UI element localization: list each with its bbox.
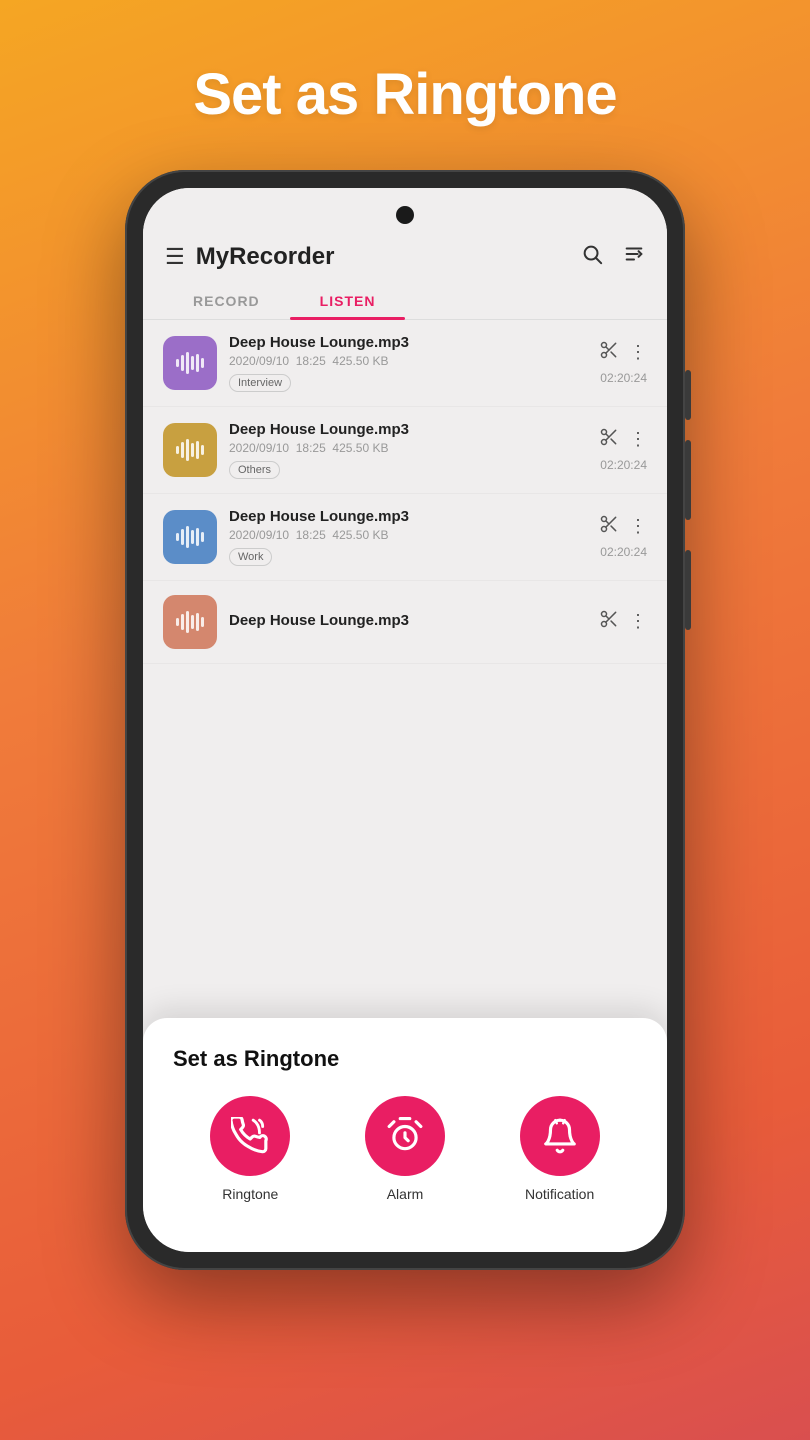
scissors-icon-1[interactable] (599, 340, 619, 365)
waveform-4 (176, 609, 204, 635)
recording-info-4: Deep House Lounge.mp3 (229, 612, 587, 632)
tabs: RECORD LISTEN (143, 283, 667, 320)
recording-thumb-2 (163, 423, 217, 477)
notification-label: Notification (525, 1186, 594, 1202)
notification-circle (520, 1096, 600, 1176)
recording-item-2[interactable]: Deep House Lounge.mp3 2020/09/10 18:25 4… (143, 407, 667, 494)
notification-option[interactable]: Notification (520, 1096, 600, 1202)
tab-listen[interactable]: LISTEN (290, 283, 406, 319)
recording-actions-1: ⋮ 02:20:24 (599, 340, 647, 385)
recording-thumb-1 (163, 336, 217, 390)
recording-meta-2: 2020/09/10 18:25 425.50 KB (229, 441, 587, 455)
waveform-1 (176, 350, 204, 376)
bell-icon (541, 1117, 579, 1155)
recording-tag-2: Others (229, 461, 280, 479)
action-row-2: ⋮ (599, 427, 647, 452)
recording-meta-1: 2020/09/10 18:25 425.50 KB (229, 354, 587, 368)
duration-3: 02:20:24 (600, 545, 647, 559)
page-title: Set as Ringtone (193, 60, 616, 130)
vol-button-2 (685, 440, 691, 520)
recording-actions-4: ⋮ (599, 609, 647, 634)
bottom-sheet: Set as Ringtone Ringtone (143, 1018, 667, 1252)
vol-button-1 (685, 370, 691, 420)
action-row-1: ⋮ (599, 340, 647, 365)
app-content: ☰ MyRecorder (143, 188, 667, 1252)
alarm-option[interactable]: Alarm (365, 1096, 445, 1202)
recording-item[interactable]: Deep House Lounge.mp3 2020/09/10 18:25 4… (143, 320, 667, 407)
action-row-4: ⋮ (599, 609, 647, 634)
camera-notch (396, 206, 414, 224)
alarm-icon (386, 1117, 424, 1155)
more-icon-4[interactable]: ⋮ (629, 611, 647, 632)
alarm-circle (365, 1096, 445, 1176)
action-row-3: ⋮ (599, 514, 647, 539)
sheet-title: Set as Ringtone (173, 1046, 637, 1072)
search-icon[interactable] (581, 243, 603, 271)
ringtone-label: Ringtone (222, 1186, 278, 1202)
waveform-3 (176, 524, 204, 550)
alarm-label: Alarm (387, 1186, 424, 1202)
recording-actions-2: ⋮ 02:20:24 (599, 427, 647, 472)
app-title: MyRecorder (196, 243, 581, 271)
recording-name-1: Deep House Lounge.mp3 (229, 334, 587, 351)
waveform-2 (176, 437, 204, 463)
more-icon-3[interactable]: ⋮ (629, 516, 647, 537)
duration-1: 02:20:24 (600, 371, 647, 385)
header-icons (581, 243, 645, 271)
recording-info-1: Deep House Lounge.mp3 2020/09/10 18:25 4… (229, 334, 587, 392)
vol-button-3 (685, 550, 691, 630)
tab-record[interactable]: RECORD (163, 283, 290, 319)
scissors-icon-4[interactable] (599, 609, 619, 634)
recording-meta-3: 2020/09/10 18:25 425.50 KB (229, 528, 587, 542)
ringtone-option[interactable]: Ringtone (210, 1096, 290, 1202)
phone-mockup: ☰ MyRecorder (125, 170, 685, 1270)
recording-thumb-4 (163, 595, 217, 649)
recording-tag-3: Work (229, 548, 272, 566)
duration-2: 02:20:24 (600, 458, 647, 472)
scissors-icon-3[interactable] (599, 514, 619, 539)
recording-name-2: Deep House Lounge.mp3 (229, 421, 587, 438)
menu-icon[interactable]: ☰ (165, 244, 184, 270)
recording-item-3[interactable]: Deep House Lounge.mp3 2020/09/10 18:25 4… (143, 494, 667, 581)
more-icon-2[interactable]: ⋮ (629, 429, 647, 450)
phone-icon (231, 1117, 269, 1155)
app-header: ☰ MyRecorder (143, 188, 667, 283)
scissors-icon-2[interactable] (599, 427, 619, 452)
ringtone-circle (210, 1096, 290, 1176)
recording-item-4[interactable]: Deep House Lounge.mp3 (143, 581, 667, 664)
more-icon-1[interactable]: ⋮ (629, 342, 647, 363)
sheet-options: Ringtone Alar (173, 1096, 637, 1202)
recording-info-3: Deep House Lounge.mp3 2020/09/10 18:25 4… (229, 508, 587, 566)
recording-name-3: Deep House Lounge.mp3 (229, 508, 587, 525)
recording-actions-3: ⋮ 02:20:24 (599, 514, 647, 559)
filter-icon[interactable] (623, 243, 645, 271)
recording-tag-1: Interview (229, 374, 291, 392)
phone-screen: ☰ MyRecorder (143, 188, 667, 1252)
recording-name-4: Deep House Lounge.mp3 (229, 612, 587, 629)
recording-thumb-3 (163, 510, 217, 564)
recording-info-2: Deep House Lounge.mp3 2020/09/10 18:25 4… (229, 421, 587, 479)
